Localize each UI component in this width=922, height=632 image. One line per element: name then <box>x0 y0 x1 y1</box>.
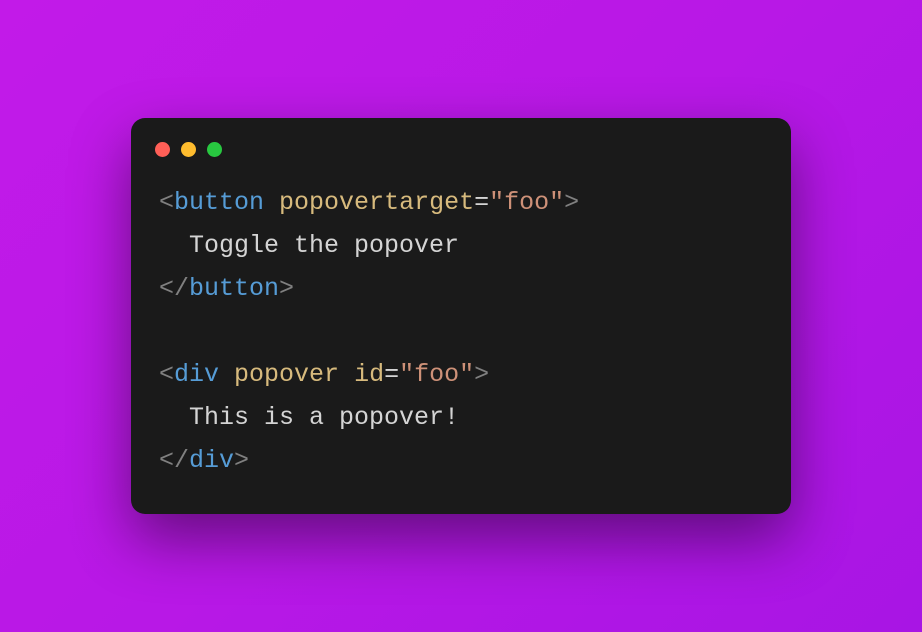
code-line-7: </div> <box>159 446 249 475</box>
text-content: This is a popover! <box>189 403 459 432</box>
bracket-close: > <box>279 274 294 303</box>
bracket-close: > <box>564 188 579 217</box>
attr-value: "foo" <box>489 188 564 217</box>
bracket-open: </ <box>159 446 189 475</box>
indent <box>159 403 189 432</box>
text-content: Toggle the popover <box>189 231 459 260</box>
bracket-close: > <box>234 446 249 475</box>
tag-name: div <box>189 446 234 475</box>
code-window: <button popovertarget="foo"> Toggle the … <box>131 118 791 514</box>
window-controls <box>131 142 791 181</box>
code-content: <button popovertarget="foo"> Toggle the … <box>131 181 791 482</box>
attr-name: popovertarget <box>279 188 474 217</box>
code-line-6: This is a popover! <box>159 403 459 432</box>
space <box>219 360 234 389</box>
close-icon[interactable] <box>155 142 170 157</box>
attr-value: "foo" <box>399 360 474 389</box>
tag-name: button <box>189 274 279 303</box>
space <box>264 188 279 217</box>
attr-name: popover <box>234 360 339 389</box>
equals: = <box>474 188 489 217</box>
tag-name: button <box>174 188 264 217</box>
code-line-2: Toggle the popover <box>159 231 459 260</box>
code-line-1: <button popovertarget="foo"> <box>159 188 579 217</box>
maximize-icon[interactable] <box>207 142 222 157</box>
code-line-3: </button> <box>159 274 294 303</box>
indent <box>159 231 189 260</box>
bracket-open: < <box>159 360 174 389</box>
minimize-icon[interactable] <box>181 142 196 157</box>
equals: = <box>384 360 399 389</box>
space <box>339 360 354 389</box>
attr-name: id <box>354 360 384 389</box>
code-line-5: <div popover id="foo"> <box>159 360 489 389</box>
bracket-open: < <box>159 188 174 217</box>
tag-name: div <box>174 360 219 389</box>
bracket-close: > <box>474 360 489 389</box>
bracket-open: </ <box>159 274 189 303</box>
